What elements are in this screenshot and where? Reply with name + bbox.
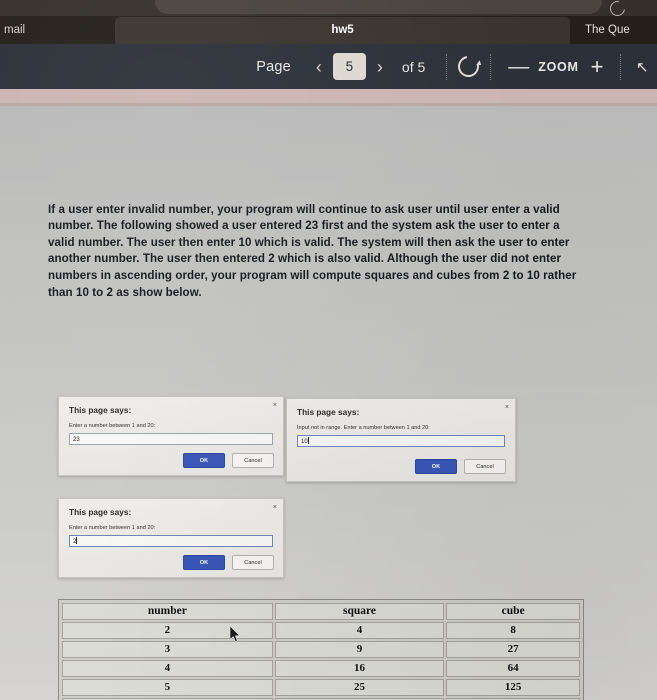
page-total-label: of 5 — [401, 58, 426, 75]
document-content: If a user enter invalid number, your pro… — [48, 190, 583, 313]
table-cell: 4 — [274, 622, 445, 639]
table-cell: 9 — [274, 641, 445, 658]
table-cell: 5 — [62, 679, 273, 696]
document-viewer-toolbar: Page ‹ 5 › of 5 — ZOOM + ↗ — [0, 44, 657, 89]
dialog-input[interactable]: 2 — [69, 535, 273, 547]
next-page-icon[interactable]: › — [377, 58, 383, 76]
laptop-screen-photo: montclair.instructure.com mail hw5 The Q… — [0, 0, 657, 700]
close-icon[interactable]: × — [273, 504, 277, 511]
page-label: Page — [256, 58, 291, 75]
dialog-input-value: 10 — [301, 439, 308, 445]
document-page: If a user enter invalid number, your pro… — [0, 106, 657, 700]
screen-band-upper — [0, 89, 657, 103]
dialog-title: This page says: — [297, 407, 360, 417]
dialog-title: This page says: — [69, 507, 132, 517]
expand-arrow-icon[interactable]: ↗ — [636, 58, 649, 76]
alert-dialog-3: × This page says: Enter a number between… — [58, 498, 284, 578]
browser-tab-hw5[interactable]: hw5 — [115, 17, 570, 44]
table-row: 3 9 27 — [62, 641, 580, 658]
dialog-message: Enter a number between 1 and 20: — [69, 525, 156, 531]
results-table-head: number square cube — [62, 603, 580, 620]
cancel-button[interactable]: Cancel — [232, 453, 274, 468]
toolbar-divider-1 — [446, 53, 448, 80]
zoom-label: ZOOM — [538, 59, 579, 74]
table-cell: 3 — [62, 641, 273, 658]
zoom-in-button[interactable]: + — [591, 55, 604, 78]
dialog-title: This page says: — [69, 405, 132, 415]
table-cell: 25 — [274, 679, 445, 696]
dialog-buttons: OK Cancel — [415, 459, 506, 474]
table-cell: 27 — [446, 641, 580, 658]
table-cell: 8 — [446, 622, 580, 639]
ok-button[interactable]: OK — [183, 453, 225, 468]
text-caret — [307, 437, 309, 444]
url-text-wrapper: montclair.instructure.com — [155, 0, 602, 1]
results-table: numbersquarecube 24839274166452512563621… — [60, 601, 582, 700]
dialog-input[interactable]: 10 — [297, 435, 505, 447]
table-header-number: number — [62, 603, 273, 620]
browser-tab-the-que[interactable]: The Que — [576, 17, 657, 44]
dialog-input[interactable]: 23 — [69, 433, 273, 445]
table-cell: 125 — [446, 679, 580, 696]
table-row: 248 — [62, 622, 580, 639]
table-header-square: square — [274, 603, 445, 620]
table-header-cube: cube — [446, 603, 580, 620]
browser-tab-strip: mail hw5 The Que — [0, 16, 657, 44]
close-icon[interactable]: × — [273, 402, 277, 409]
reload-icon[interactable] — [454, 51, 484, 82]
table-cell: 2 — [62, 622, 273, 639]
ok-button[interactable]: OK — [183, 555, 225, 570]
dialog-buttons: OK Cancel — [183, 453, 274, 468]
dialog-message: Input not in range. Enter a number betwe… — [297, 425, 430, 431]
zoom-out-button[interactable]: — — [508, 56, 529, 77]
table-cell: 16 — [274, 660, 445, 677]
instruction-paragraph: If a user enter invalid number, your pro… — [48, 202, 577, 299]
results-table-body: 2483927416645251256362167493438645129817… — [62, 622, 580, 700]
text-caret — [76, 537, 78, 544]
alert-dialog-1: × This page says: Enter a number between… — [58, 396, 284, 476]
cancel-button[interactable]: Cancel — [464, 459, 506, 474]
browser-url-bar: montclair.instructure.com — [0, 0, 657, 19]
toolbar-divider-2 — [490, 53, 492, 80]
table-row: 4 16 64 — [62, 660, 580, 677]
ok-button[interactable]: OK — [415, 459, 457, 474]
table-header-row: number square cube — [62, 603, 580, 620]
close-icon[interactable]: × — [505, 404, 509, 411]
url-text: montclair.instructure.com — [320, 0, 447, 1]
dialog-message: Enter a number between 1 and 20: — [69, 423, 156, 429]
page-number-input[interactable]: 5 — [332, 53, 366, 80]
alert-dialog-2: × This page says: Input not in range. En… — [286, 398, 516, 482]
table-row: 5 25 125 — [62, 679, 580, 696]
previous-page-icon[interactable]: ‹ — [316, 58, 322, 76]
table-cell: 64 — [446, 660, 580, 677]
cancel-button[interactable]: Cancel — [232, 555, 274, 570]
results-table-wrapper: numbersquarecube 24839274166452512563621… — [58, 599, 584, 700]
dialog-buttons: OK Cancel — [183, 555, 274, 570]
url-input[interactable]: montclair.instructure.com — [155, 0, 602, 14]
toolbar-divider-3 — [620, 53, 622, 80]
table-cell: 4 — [62, 660, 273, 677]
